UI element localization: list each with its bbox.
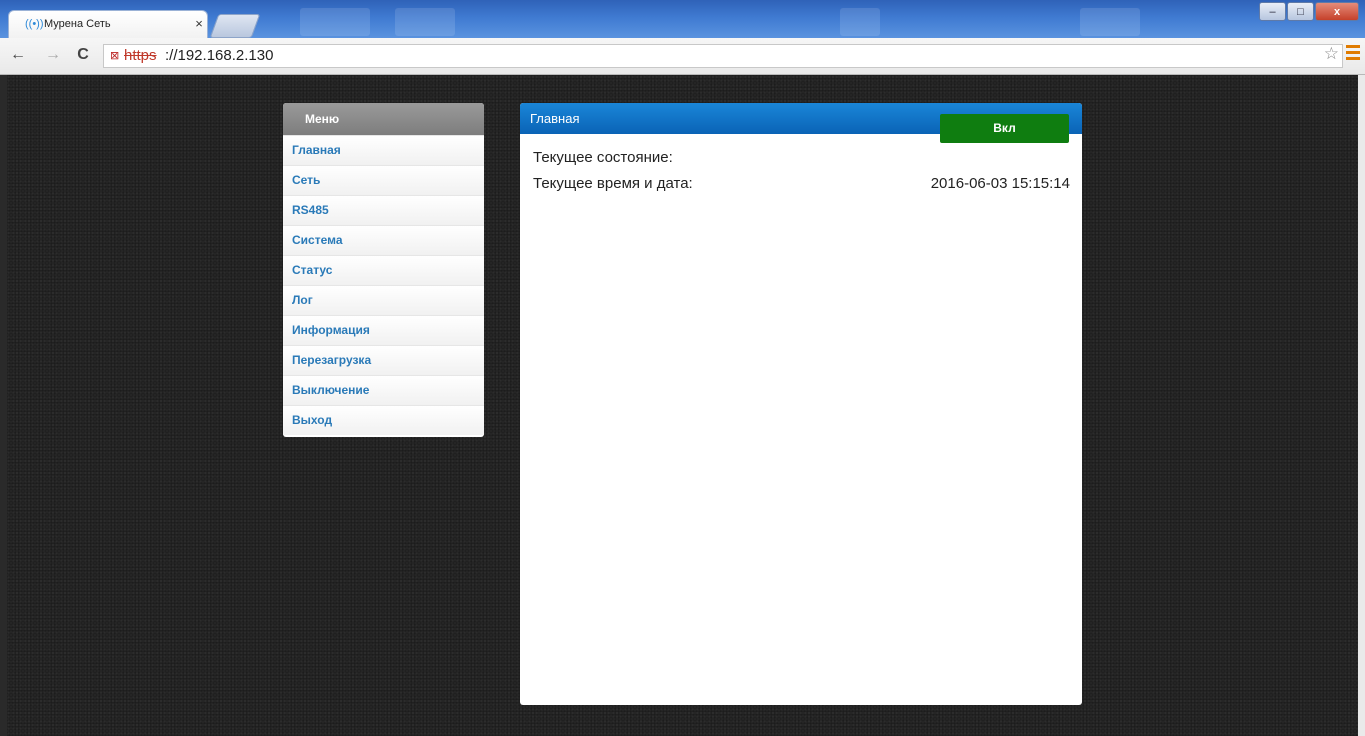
url-host: ://192.168.2.130 [165, 47, 274, 64]
menu-item-home[interactable]: Главная [283, 135, 484, 165]
back-icon[interactable]: ← [8, 45, 28, 65]
forward-icon[interactable]: → [43, 45, 63, 65]
menu-item-shutdown[interactable]: Выключение [283, 375, 484, 405]
window-controls: – □ x [1258, 2, 1359, 22]
scrollbar[interactable] [1358, 75, 1365, 736]
menu-item-system[interactable]: Система [283, 225, 484, 255]
menu-item-log[interactable]: Лог [283, 285, 484, 315]
bookmark-star-icon[interactable]: ☆ [1324, 44, 1339, 64]
main-panel: Главная Текущее состояние: Текущее время… [520, 103, 1082, 705]
state-label: Текущее состояние: [533, 149, 673, 166]
menu-item-rs485[interactable]: RS485 [283, 195, 484, 225]
browser-titlebar: ((•)) Мурена Сеть × – □ x [0, 0, 1365, 38]
window-close-button[interactable]: x [1315, 2, 1359, 21]
url-scheme: https [124, 47, 157, 64]
menu-item-status[interactable]: Статус [283, 255, 484, 285]
tab-title: Мурена Сеть [44, 18, 111, 30]
insecure-lock-icon: ⊠ [110, 50, 120, 62]
maximize-button[interactable]: □ [1287, 2, 1314, 21]
wifi-icon: ((•)) [25, 18, 44, 30]
menu-header: Меню [283, 103, 484, 135]
browser-toolbar: ← → C ⊠ https ://192.168.2.130 ☆ [0, 38, 1365, 75]
background-decoration [395, 8, 455, 36]
menu-panel: Меню Главная Сеть RS485 Система Статус Л… [283, 103, 484, 437]
browser-menu-icon[interactable] [1346, 45, 1360, 61]
background-decoration [1080, 8, 1140, 36]
background-decoration [300, 8, 370, 36]
close-tab-icon[interactable]: × [192, 15, 206, 33]
state-row: Текущее состояние: [520, 149, 1082, 175]
datetime-row: Текущее время и дата: 2016-06-03 15:15:1… [520, 175, 1082, 204]
reload-icon[interactable]: C [73, 45, 93, 65]
state-toggle-button[interactable]: Вкл [940, 114, 1069, 143]
menu-item-reboot[interactable]: Перезагрузка [283, 345, 484, 375]
new-tab-button[interactable] [209, 14, 261, 38]
minimize-button[interactable]: – [1259, 2, 1286, 21]
menu-item-logout[interactable]: Выход [283, 405, 484, 435]
datetime-label: Текущее время и дата: [533, 175, 693, 192]
background-decoration [840, 8, 880, 36]
menu-item-info[interactable]: Информация [283, 315, 484, 345]
address-bar[interactable]: ⊠ https ://192.168.2.130 [103, 44, 1343, 68]
browser-tab[interactable]: ((•)) Мурена Сеть × [8, 10, 208, 38]
menu-item-network[interactable]: Сеть [283, 165, 484, 195]
datetime-value: 2016-06-03 15:15:14 [930, 175, 1070, 192]
